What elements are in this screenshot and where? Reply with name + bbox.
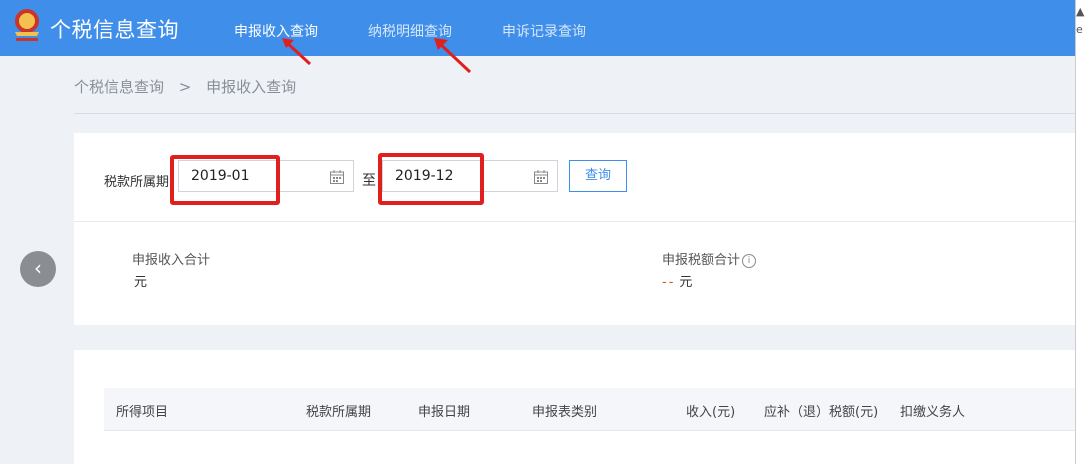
tax-total-value: -- 元 <box>662 271 692 290</box>
income-total-label: 申报收入合计 <box>132 253 211 268</box>
info-icon[interactable]: i <box>742 254 757 268</box>
income-total-unit: 元 <box>134 275 148 290</box>
breadcrumb: 个税信息查询 > 申报收入查询 <box>74 76 296 97</box>
divider <box>74 113 1075 114</box>
tax-total-label: 申报税额合计 i <box>662 249 757 268</box>
column-header-income: 收入(元) <box>686 405 736 420</box>
filter-panel: 税款所属期 2019-01 至 2019-12 查询 申报收入合计 元 申报税额… <box>74 133 1075 325</box>
app-title: 个税信息查询 <box>50 18 179 42</box>
annotation-arrow-icon <box>282 38 312 66</box>
table-header: 所得项目 税款所属期 申报日期 申报表类别 收入(元) 应补（退）税额(元) 扣… <box>104 388 1075 431</box>
calendar-icon[interactable] <box>533 169 549 185</box>
tax-total-text: 申报税额合计 <box>662 253 741 268</box>
annotation-highlight <box>170 155 280 205</box>
chevron-left-icon: ‹ <box>34 256 42 280</box>
column-header-withholder: 扣缴义务人 <box>900 405 966 420</box>
annotation-highlight <box>378 153 484 205</box>
column-header-period: 税款所属期 <box>306 405 372 420</box>
query-button[interactable]: 查询 <box>569 160 627 192</box>
calendar-icon[interactable] <box>329 169 345 185</box>
column-header-date: 申报日期 <box>418 405 471 420</box>
period-label: 税款所属期 <box>104 175 170 190</box>
breadcrumb-root[interactable]: 个税信息查询 <box>74 78 164 96</box>
tax-total-unit: 元 <box>679 275 693 290</box>
back-button[interactable]: ‹ <box>20 251 56 287</box>
breadcrumb-current: 申报收入查询 <box>206 78 297 96</box>
annotation-arrow-icon <box>434 38 472 74</box>
divider <box>74 221 1075 222</box>
window-edge: ▲ e <box>1075 0 1087 464</box>
column-header-form-type: 申报表类别 <box>532 405 598 420</box>
column-header-tax-due: 应补（退）税额(元) <box>764 405 879 420</box>
results-panel: 所得项目 税款所属期 申报日期 申报表类别 收入(元) 应补（退）税额(元) 扣… <box>74 350 1075 464</box>
tax-total-amount: -- <box>662 275 676 290</box>
top-bar: 个税信息查询 申报收入查询 纳税明细查询 申诉记录查询 <box>0 0 1075 74</box>
tab-appeal-record[interactable]: 申诉记录查询 <box>502 21 586 41</box>
tax-emblem-icon <box>15 9 39 41</box>
to-label: 至 <box>362 173 376 189</box>
column-header-item: 所得项目 <box>116 405 169 420</box>
breadcrumb-separator: > <box>178 78 192 96</box>
